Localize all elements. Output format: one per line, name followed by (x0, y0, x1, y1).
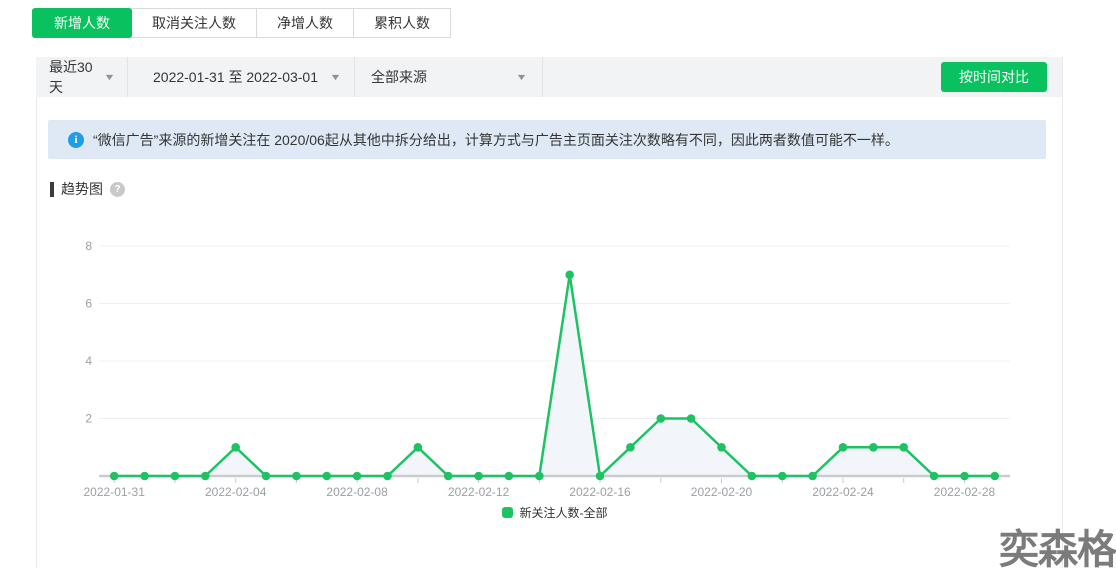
svg-text:2022-01-31: 2022-01-31 (84, 485, 146, 499)
svg-text:2022-02-24: 2022-02-24 (812, 485, 874, 499)
chart-legend[interactable]: 新关注人数-全部 (99, 504, 1010, 521)
svg-text:2022-02-16: 2022-02-16 (569, 485, 631, 499)
svg-text:2022-02-08: 2022-02-08 (326, 485, 388, 499)
svg-text:6: 6 (85, 297, 92, 311)
tab-new-followers[interactable]: 新增人数 (32, 8, 132, 38)
svg-text:2022-02-04: 2022-02-04 (205, 485, 267, 499)
legend-label: 新关注人数-全部 (520, 504, 608, 521)
svg-text:2: 2 (85, 412, 92, 426)
svg-text:2022-02-12: 2022-02-12 (448, 485, 510, 499)
svg-text:2022-02-20: 2022-02-20 (691, 485, 753, 499)
svg-text:2022-02-28: 2022-02-28 (934, 485, 996, 499)
watermark: 奕森格 (999, 530, 1116, 568)
trend-chart[interactable]: 2 4 6 8 2022-01-31 2022-02-04 2022-02-08 2022-0… (0, 0, 1116, 568)
svg-text:4: 4 (85, 354, 92, 368)
svg-text:8: 8 (85, 239, 92, 253)
legend-marker (502, 507, 513, 518)
analytics-page: 新增人数 取消关注人数 净增人数 累积人数 最近30天 ▼ 2022-01-31… (0, 0, 1116, 568)
